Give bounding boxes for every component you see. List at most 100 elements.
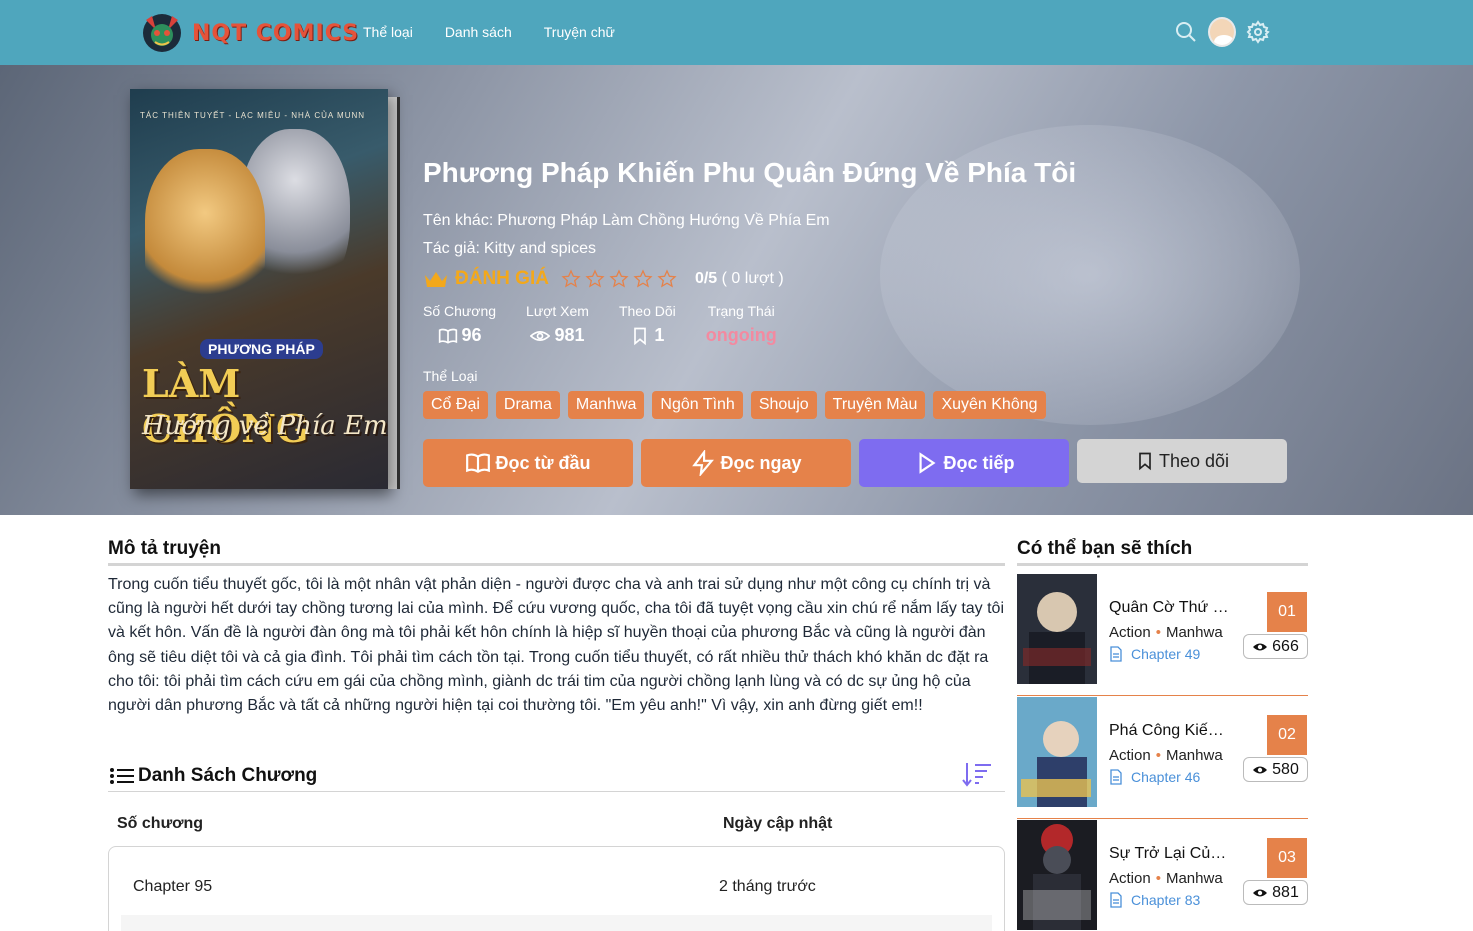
user-avatar[interactable]: [1208, 17, 1236, 47]
comic-title: Phương Pháp Khiến Phu Quân Đứng Về Phía …: [423, 157, 1077, 188]
recommendation-title[interactable]: Sự Trở Lại Của Người Chơi Sau 10.000 Năm: [1109, 845, 1234, 863]
chapter-updated: 2 tháng trước: [719, 878, 816, 895]
recommendation-item[interactable]: Quân Cờ Thứ 31 Lật Ngược Ván Cờ Action•M…: [1017, 574, 1308, 689]
recommendations-heading: Có thể bạn sẽ thích: [1017, 538, 1193, 559]
stat-status-value: ongoing: [705, 325, 777, 345]
author-value[interactable]: Kitty and spices: [484, 240, 596, 257]
recommendation-chapter[interactable]: Chapter 46: [1109, 769, 1200, 785]
recommendation-chapter[interactable]: Chapter 83: [1109, 892, 1200, 908]
stat-views-label: Lượt Xem: [526, 303, 589, 319]
genre-tag[interactable]: Truyện Màu: [824, 391, 926, 419]
genre-tag[interactable]: Xuyên Không: [933, 391, 1046, 419]
description-heading: Mô tả truyện: [108, 538, 221, 559]
column-header-updated: Ngày cập nhật: [723, 815, 833, 832]
chapter-row[interactable]: [121, 915, 992, 931]
stat-status: Trạng Thái ongoing: [706, 303, 777, 346]
description-divider: [108, 563, 1005, 566]
views-badge: 666: [1243, 634, 1308, 659]
chapter-row[interactable]: Chapter 95 2 tháng trước: [109, 847, 1004, 915]
sort-descending-icon[interactable]: [961, 760, 993, 788]
recommendation-title[interactable]: Quân Cờ Thứ 31 Lật Ngược Ván Cờ: [1109, 599, 1234, 617]
recommendations-divider: [1017, 563, 1308, 566]
stat-follows-label: Theo Dõi: [618, 303, 676, 319]
main-nav: Thể loại Danh sách Truyện chữ: [363, 24, 615, 40]
search-icon[interactable]: [1174, 20, 1198, 44]
play-icon: [919, 452, 937, 474]
cover-title-line1: PHƯƠNG PHÁP: [200, 339, 323, 359]
recommendation-item[interactable]: Phá Công Kiếm Đế Action • Manhwa Chapter 4…: [1017, 697, 1308, 812]
views-count: 580: [1272, 760, 1299, 778]
bookmark-icon: [634, 327, 647, 345]
recommendation-tags: Action • Manhwa: [1109, 870, 1229, 887]
views-count: 881: [1272, 883, 1299, 901]
recommendation-chapter-label[interactable]: Chapter 46: [1131, 769, 1200, 785]
rating-row: ĐÁNH GIÁ 0/5 ( 0 lượt ): [423, 268, 784, 290]
genre-tag[interactable]: Shoujo: [750, 391, 817, 419]
rank-badge: 03: [1267, 838, 1307, 878]
stat-follows-value-row: 1: [619, 325, 676, 346]
genre-tag[interactable]: Ngôn Tình: [652, 391, 743, 419]
recommendation-tag: Manhwa: [1165, 870, 1223, 887]
star-icon[interactable]: [633, 269, 653, 289]
genre-tag[interactable]: Manhwa: [567, 391, 645, 419]
recommendation-thumbnail[interactable]: [1017, 820, 1097, 930]
read-from-start-button[interactable]: Đọc từ đầu: [423, 439, 633, 487]
dot-separator: •: [1155, 624, 1161, 641]
nav-link-genres[interactable]: Thể loại: [363, 24, 413, 40]
stat-chapters-value: 96: [461, 325, 482, 345]
chapter-name[interactable]: Chapter 95: [133, 878, 212, 896]
stat-views: Lượt Xem 981: [526, 303, 589, 346]
lightning-icon: [692, 450, 715, 476]
star-icon[interactable]: [585, 269, 605, 289]
cover-figure-girl: [145, 149, 265, 309]
recommendation-tags: Action • Manhwa: [1109, 747, 1229, 764]
recommendation-tag: Action: [1109, 747, 1151, 764]
recommendation-tag: Manhwa: [1165, 624, 1223, 641]
recommendation-title[interactable]: Phá Công Kiếm Đế: [1109, 722, 1234, 740]
rating-score: 0/5 ( 0 lượt ): [695, 270, 784, 288]
genre-tag[interactable]: Drama: [495, 391, 560, 419]
recommendation-item[interactable]: Sự Trở Lại Của Người Chơi Sau 10.000 Năm…: [1017, 820, 1308, 931]
rank-badge: 01: [1267, 592, 1307, 632]
alt-name-label: Tên khác:: [423, 212, 494, 229]
column-header-chapter: Số chương: [117, 815, 204, 832]
read-now-button[interactable]: Đọc ngay: [641, 439, 851, 487]
author-line: Tác giả: Kitty and spices: [423, 240, 596, 258]
cover-artwork: TÁC THIÊN TUYẾT - LẠC MIÊU - NHÀ CỦA MUN…: [130, 89, 388, 489]
rank-badge: 02: [1267, 715, 1307, 755]
genre-tag[interactable]: Cổ Đại: [423, 391, 488, 419]
star-icon[interactable]: [561, 269, 581, 289]
nav-link-list[interactable]: Danh sách: [445, 24, 512, 40]
gear-icon[interactable]: [1246, 20, 1270, 44]
stat-follows-value: 1: [654, 325, 665, 345]
header-actions: [1174, 17, 1270, 47]
genres-label: Thể Loại: [423, 368, 478, 384]
recommendation-thumbnail[interactable]: [1017, 574, 1097, 684]
book-open-icon: [438, 328, 457, 344]
stat-chapters-label: Số Chương: [423, 303, 497, 319]
eye-icon: [530, 330, 551, 341]
star-icon[interactable]: [657, 269, 677, 289]
recommendation-thumbnail[interactable]: [1017, 697, 1097, 807]
rating-label: ĐÁNH GIÁ: [455, 268, 549, 289]
recommendation-chapter-label[interactable]: Chapter 83: [1131, 892, 1200, 908]
recommendation-divider: [1017, 695, 1308, 696]
eye-icon: [1253, 766, 1268, 773]
star-icon[interactable]: [609, 269, 629, 289]
eye-icon: [1253, 889, 1268, 896]
rating-stars[interactable]: [561, 269, 677, 289]
views-count: 666: [1272, 637, 1299, 655]
cover-authors: TÁC THIÊN TUYẾT - LẠC MIÊU - NHÀ CỦA MUN…: [140, 111, 366, 120]
recommendation-tag: Action: [1109, 624, 1151, 641]
cover-title-line3: Hướng về Phía Em: [142, 411, 388, 441]
continue-reading-button[interactable]: Đọc tiếp: [859, 439, 1069, 487]
document-icon: [1110, 892, 1122, 908]
recommendation-chapter[interactable]: Chapter 49: [1109, 646, 1200, 662]
recommendation-tag: Manhwa: [1165, 747, 1223, 764]
follow-button[interactable]: Theo dõi: [1077, 439, 1287, 483]
nav-link-novels[interactable]: Truyện chữ: [544, 24, 615, 40]
views-badge: 881: [1243, 880, 1308, 905]
comic-cover: TÁC THIÊN TUYẾT - LẠC MIÊU - NHÀ CỦA MUN…: [130, 89, 405, 489]
site-logo[interactable]: NQT COMICS: [138, 12, 359, 54]
recommendation-chapter-label[interactable]: Chapter 49: [1131, 646, 1200, 662]
